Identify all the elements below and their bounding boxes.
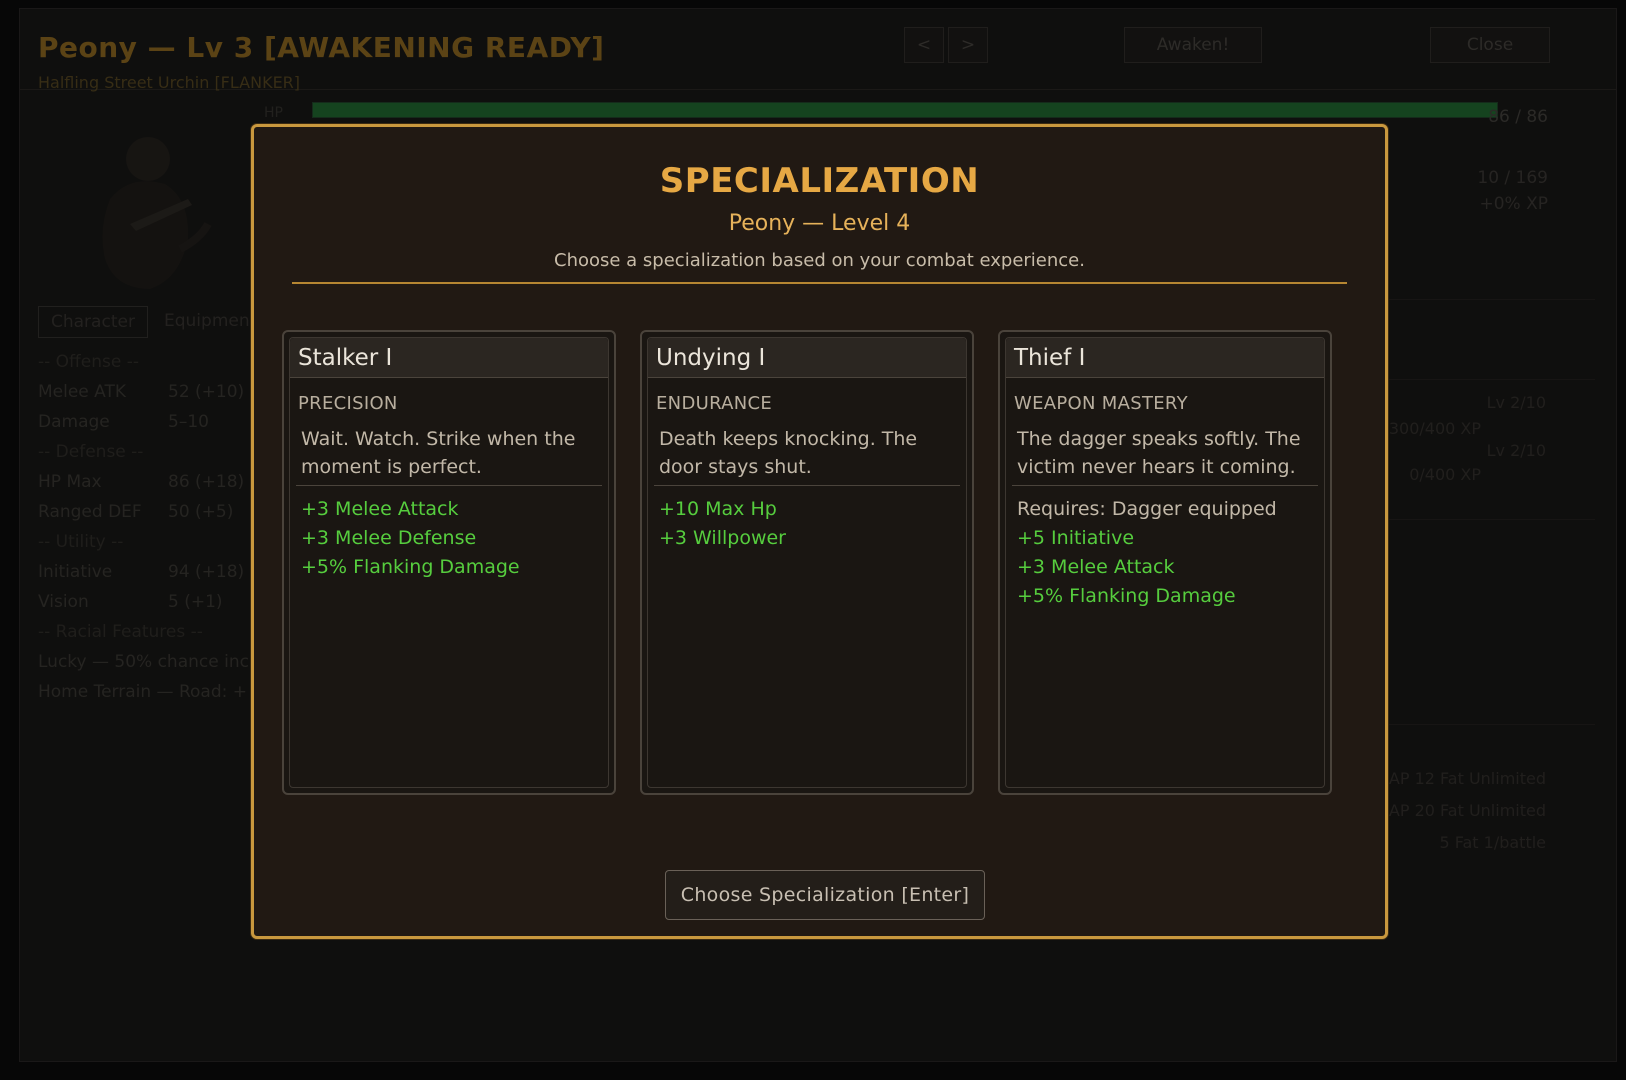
card-requirement: Requires: Dagger equipped	[1017, 498, 1277, 520]
specialization-card-stalker[interactable]: Stalker I PRECISION Wait. Watch. Strike …	[282, 330, 616, 795]
card-category: WEAPON MASTERY	[1014, 393, 1188, 414]
card-modifiers: +10 Max Hp +3 Willpower	[659, 495, 958, 553]
card-bonus: +3 Willpower	[659, 527, 786, 549]
card-title: Undying I	[648, 338, 966, 378]
card-bonus: +3 Melee Attack	[301, 498, 459, 520]
card-bonus: +3 Melee Attack	[1017, 556, 1175, 578]
card-bonus: +10 Max Hp	[659, 498, 777, 520]
card-bonus: +5% Flanking Damage	[301, 556, 520, 578]
dialog-character-level: Peony — Level 4	[728, 211, 911, 236]
card-frame: Thief I WEAPON MASTERY The dagger speaks…	[1005, 337, 1325, 788]
dialog-description: Choose a specialization based on your co…	[554, 250, 1085, 271]
card-modifiers: Requires: Dagger equipped +5 Initiative +3…	[1017, 495, 1316, 611]
card-divider	[296, 485, 602, 486]
card-frame: Stalker I PRECISION Wait. Watch. Strike …	[289, 337, 609, 788]
card-divider	[1012, 485, 1318, 486]
card-frame: Undying I ENDURANCE Death keeps knocking…	[647, 337, 967, 788]
card-modifiers: +3 Melee Attack +3 Melee Defense +5% Flank…	[301, 495, 600, 582]
specialization-card-undying[interactable]: Undying I ENDURANCE Death keeps knocking…	[640, 330, 974, 795]
specialization-card-thief[interactable]: Thief I WEAPON MASTERY The dagger speaks…	[998, 330, 1332, 795]
card-category: PRECISION	[298, 393, 398, 414]
card-bonus: +3 Melee Defense	[301, 527, 477, 549]
card-title: Stalker I	[290, 338, 608, 378]
card-divider	[654, 485, 960, 486]
card-title: Thief I	[1006, 338, 1324, 378]
card-flavor-text: The dagger speaks softly. The victim nev…	[1017, 428, 1301, 478]
card-category: ENDURANCE	[656, 393, 773, 414]
card-flavor-text: Wait. Watch. Strike when the moment is p…	[301, 428, 576, 478]
choose-specialization-button[interactable]: Choose Specialization [Enter]	[665, 870, 985, 920]
card-bonus: +5 Initiative	[1017, 527, 1135, 549]
specialization-dialog: SPECIALIZATION Peony — Level 4 Choose a …	[251, 124, 1388, 939]
card-bonus: +5% Flanking Damage	[1017, 585, 1236, 607]
dialog-title: SPECIALIZATION	[659, 161, 980, 201]
card-flavor-text: Death keeps knocking. The door stays shu…	[659, 428, 918, 478]
title-divider	[292, 282, 1347, 284]
